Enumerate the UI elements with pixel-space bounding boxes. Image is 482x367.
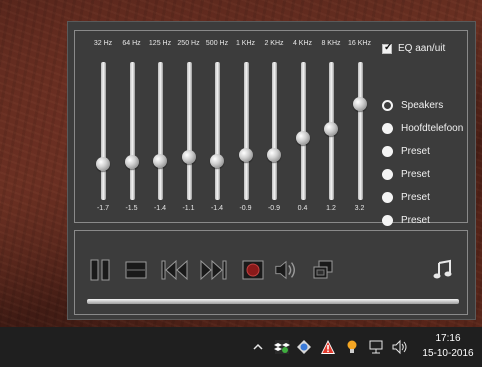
eq-slider-track[interactable]: [158, 62, 163, 200]
eq-slider-knob[interactable]: [210, 153, 224, 168]
clock-time: 17:16: [435, 333, 461, 344]
radio-button[interactable]: [382, 100, 393, 111]
eq-slider-knob[interactable]: [181, 150, 196, 165]
eq-slider-track[interactable]: [272, 62, 277, 200]
next-icon: [200, 259, 227, 281]
eq-slider-track[interactable]: [101, 62, 106, 200]
volume-button[interactable]: [274, 259, 298, 281]
taskbar: 17:16 15-10-2016: [0, 327, 482, 367]
eq-band: 8 KHz 1.2: [316, 31, 346, 224]
radio-label: Preset: [401, 215, 430, 226]
eq-slider-track[interactable]: [357, 62, 363, 200]
record-button[interactable]: [241, 259, 265, 281]
eq-band: 4 KHz 0.4: [288, 31, 318, 224]
radio-button[interactable]: [382, 192, 393, 203]
radio-button[interactable]: [382, 169, 393, 180]
eq-slider-knob[interactable]: [267, 147, 281, 162]
pause-button[interactable]: [88, 259, 112, 281]
radio-button[interactable]: [382, 123, 393, 134]
radio-item-preset-1[interactable]: Preset: [382, 140, 463, 163]
eq-slider-knob[interactable]: [295, 131, 310, 146]
eq-band: 16 KHz 3.2: [345, 31, 375, 224]
radio-item-preset-4[interactable]: Preset: [382, 209, 463, 232]
radio-label: Preset: [401, 169, 430, 180]
eq-band-frequency-label: 16 KHz: [348, 40, 371, 47]
eq-band: 250 Hz -1.1: [174, 31, 204, 224]
eq-band: 64 Hz -1.5: [117, 31, 147, 224]
previous-icon: [161, 259, 188, 281]
radio-label: Hoofdtelefoon: [401, 123, 464, 134]
window-icon: [313, 260, 333, 279]
eq-toggle-label: EQ aan/uit: [398, 43, 446, 54]
radio-button[interactable]: [382, 146, 393, 157]
equalizer-panel: 32 Hz -1.7 64 Hz -1.5 125 Hz -1.4 250 Hz -1.1 50…: [74, 30, 468, 226]
player-controls-panel: [74, 230, 468, 315]
eq-slider-knob[interactable]: [153, 153, 167, 168]
eq-slider-knob[interactable]: [96, 157, 110, 172]
radio-button[interactable]: [382, 215, 393, 226]
radio-label: Preset: [401, 192, 430, 203]
volume-icon: [275, 260, 295, 280]
taskbar-clock[interactable]: 17:16 15-10-2016: [420, 331, 476, 361]
eq-slider-knob[interactable]: [324, 121, 338, 136]
checkmark-icon: ✓: [384, 41, 393, 53]
eq-band: 1 KHz -0.9: [231, 31, 261, 224]
chevron-up-icon[interactable]: [250, 339, 266, 355]
eq-slider-knob[interactable]: [352, 96, 367, 111]
eq-slider-track[interactable]: [186, 62, 192, 200]
eq-slider-track[interactable]: [215, 62, 220, 200]
radio-item-speakers[interactable]: Speakers: [382, 94, 463, 117]
eq-slider-track[interactable]: [129, 62, 135, 200]
equalizer-window: 32 Hz -1.7 64 Hz -1.5 125 Hz -1.4 250 Hz -1.1 50…: [67, 21, 476, 320]
eq-checkbox[interactable]: ✓: [382, 41, 393, 54]
eq-band: 32 Hz -1.7: [88, 31, 118, 224]
pause-icon: [90, 259, 110, 281]
radio-label: Speakers: [401, 100, 444, 111]
speaker-icon[interactable]: [392, 339, 408, 355]
next-button[interactable]: [199, 259, 227, 281]
radio-item-preset-3[interactable]: Preset: [382, 186, 463, 209]
lightbulb-icon[interactable]: [344, 339, 360, 355]
music-note-icon: [433, 259, 452, 279]
music-library-button[interactable]: [431, 259, 455, 281]
eq-band-gain-value: 3.2: [354, 205, 365, 212]
output-radio-list: Speakers Hoofdtelefoon Preset Preset Pre…: [382, 94, 463, 232]
clock-date: 15-10-2016: [422, 348, 474, 359]
stop-button[interactable]: [124, 259, 148, 281]
dropbox-icon[interactable]: [274, 339, 290, 355]
app-icon[interactable]: [296, 339, 312, 355]
eq-slider-track[interactable]: [243, 62, 249, 200]
playback-progress-bar[interactable]: [87, 299, 459, 304]
eq-toggle[interactable]: ✓ EQ aan/uit: [382, 41, 446, 54]
window-button[interactable]: [311, 259, 335, 281]
radio-label: Preset: [401, 146, 430, 157]
radio-item-hoofdtelefoon[interactable]: Hoofdtelefoon: [382, 117, 463, 140]
eq-band: 125 Hz -1.4: [145, 31, 175, 224]
network-icon[interactable]: [368, 339, 384, 355]
eq-band: 500 Hz -1.4: [202, 31, 232, 224]
eq-slider-knob[interactable]: [238, 147, 253, 162]
previous-button[interactable]: [161, 259, 189, 281]
stop-icon: [125, 261, 147, 279]
eq-slider-knob[interactable]: [124, 155, 139, 169]
radio-item-preset-2[interactable]: Preset: [382, 163, 463, 186]
record-icon: [242, 260, 264, 280]
eq-band: 2 KHz -0.9: [259, 31, 289, 224]
warning-icon[interactable]: [320, 339, 336, 355]
